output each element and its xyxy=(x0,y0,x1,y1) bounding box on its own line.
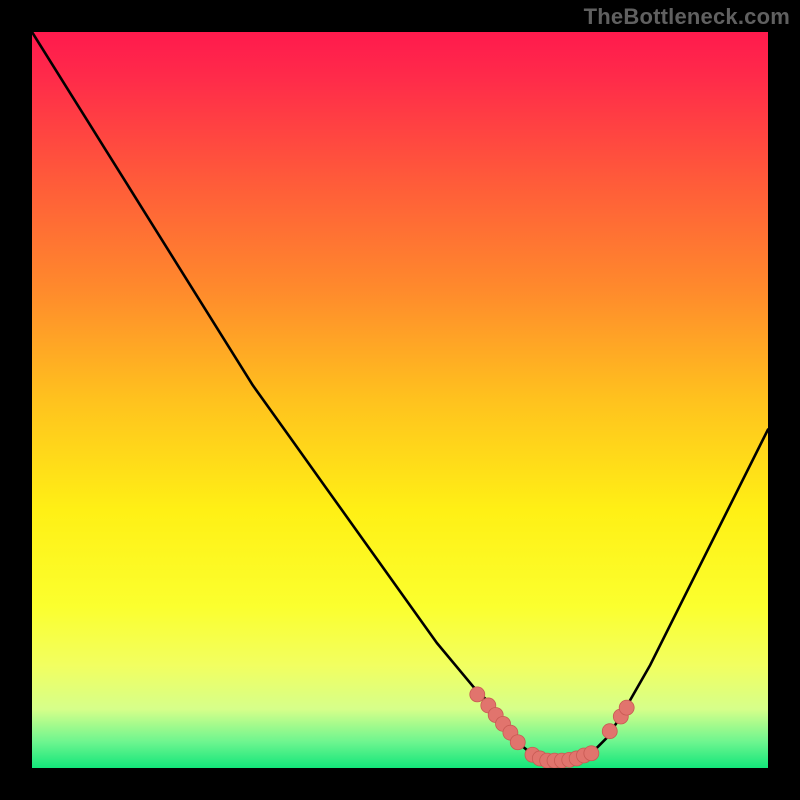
bottleneck-curve xyxy=(32,32,768,761)
marker-point xyxy=(584,746,599,761)
marker-point xyxy=(619,700,634,715)
watermark-text: TheBottleneck.com xyxy=(584,4,790,30)
marker-point xyxy=(470,687,485,702)
marker-point xyxy=(602,724,617,739)
sweet-spot-markers xyxy=(470,687,634,768)
plot-overlay xyxy=(32,32,768,768)
chart-frame: TheBottleneck.com xyxy=(0,0,800,800)
marker-point xyxy=(510,735,525,750)
